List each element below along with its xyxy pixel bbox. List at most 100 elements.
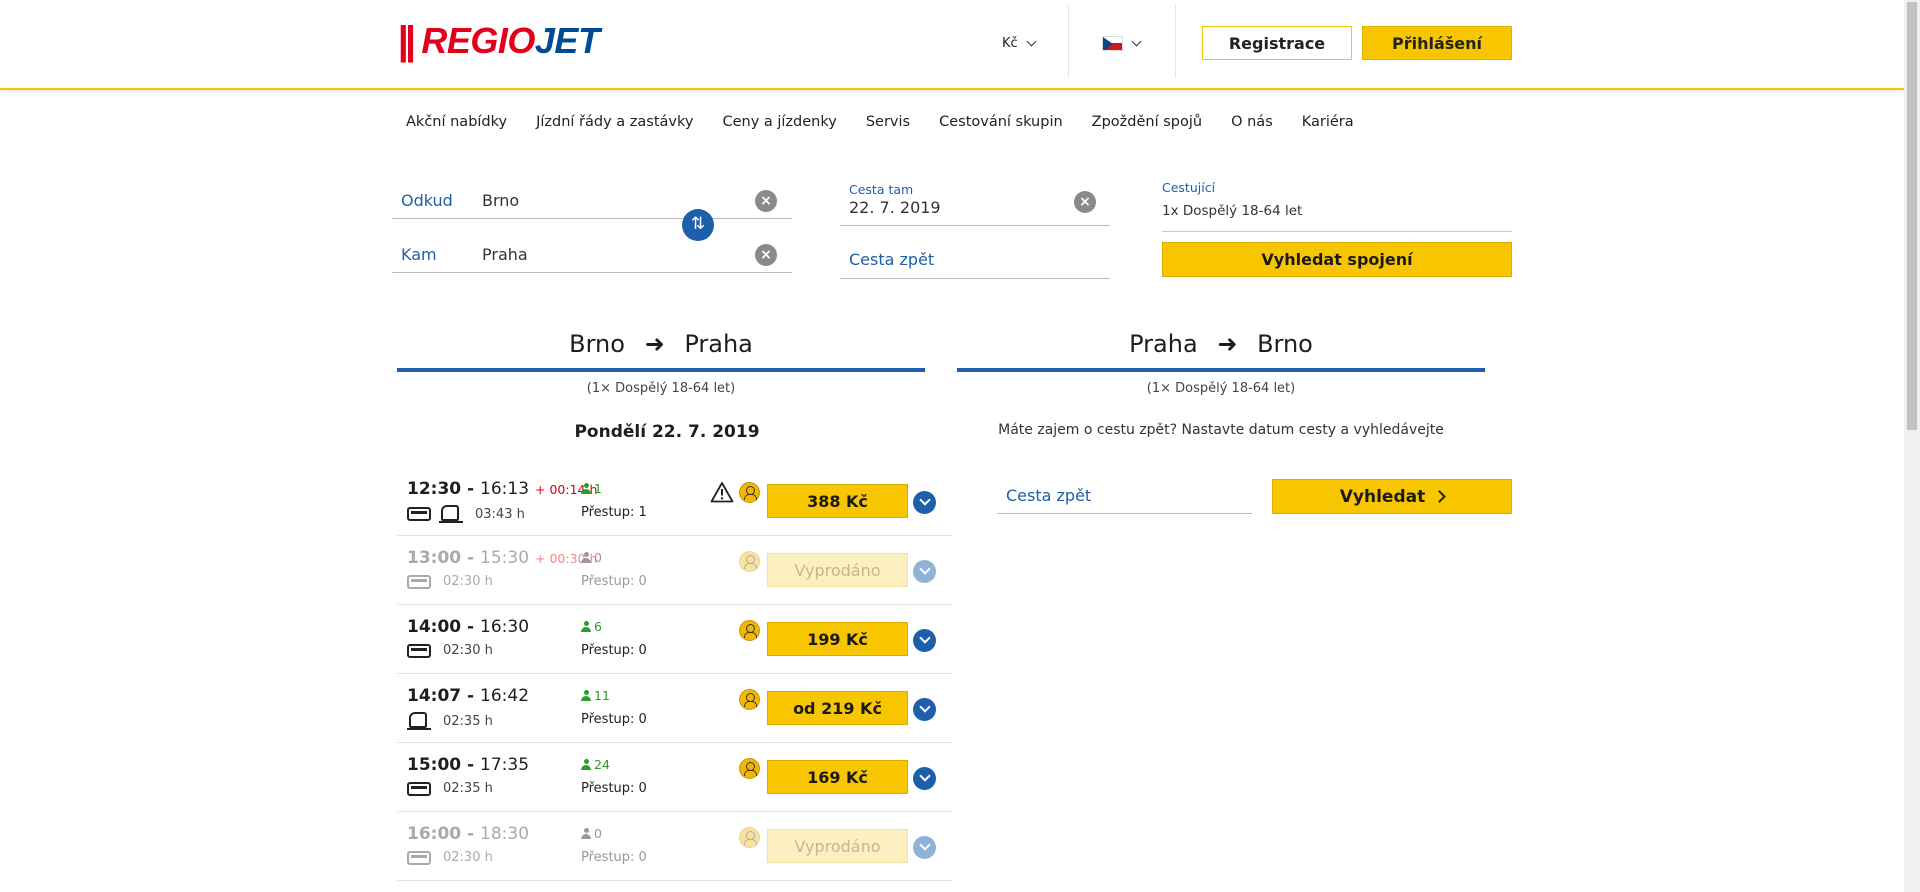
expand-details-icon[interactable] bbox=[913, 767, 936, 790]
clear-from-icon[interactable]: × bbox=[755, 189, 777, 212]
depart-value[interactable]: 22. 7. 2019 bbox=[840, 198, 1110, 217]
nav-item[interactable]: Kariéra bbox=[1302, 114, 1354, 130]
login-button[interactable]: Přihlášení bbox=[1362, 26, 1512, 60]
price-button[interactable]: 199 Kč bbox=[767, 622, 908, 656]
departure-time: 15:00 bbox=[407, 755, 462, 775]
arrow-right-icon: ➜ bbox=[644, 330, 665, 358]
chevron-down-icon bbox=[1131, 36, 1142, 46]
nav-item[interactable]: Cestování skupin bbox=[939, 114, 1063, 130]
duration: 02:30 h bbox=[443, 850, 493, 865]
transfers: Přestup: 0 bbox=[581, 643, 647, 658]
swap-direction-button[interactable]: ⇅ bbox=[682, 209, 714, 241]
connection-row[interactable]: 15:00 - 17:35 02:35 h 24 Přestup: 0 169 Kč bbox=[397, 743, 952, 812]
price-button[interactable]: Vyprodáno bbox=[767, 553, 908, 587]
transfers: Přestup: 0 bbox=[581, 574, 647, 589]
connection-row[interactable]: 13:00 - 15:30 + 00:30 h 02:30 h 0 Přestup: 0… bbox=[397, 536, 952, 605]
scrollbar-thumb[interactable] bbox=[1907, 2, 1917, 430]
train-icon bbox=[439, 505, 463, 523]
arrival-time: 16:13 bbox=[480, 479, 530, 499]
currency-select[interactable]: Kč bbox=[1002, 26, 1037, 60]
search-connections-button[interactable]: Vyhledat spojení bbox=[1162, 242, 1512, 277]
to-field[interactable]: Kam Praha × bbox=[392, 237, 792, 273]
from-field[interactable]: Odkud Brno × bbox=[392, 183, 792, 219]
page: || REGIO JET Kč Registrace Přihlášení Ak… bbox=[0, 0, 1920, 892]
transport-info: 02:35 h bbox=[407, 781, 493, 796]
expand-details-icon[interactable] bbox=[913, 836, 936, 859]
price-button[interactable]: Vyprodáno bbox=[767, 829, 908, 863]
cz-flag-icon bbox=[1102, 35, 1123, 51]
free-seats: 0 bbox=[581, 550, 602, 565]
warning-icon[interactable] bbox=[710, 481, 734, 503]
outbound-from: Brno bbox=[569, 330, 625, 358]
nav-item[interactable]: Ceny a jízdenky bbox=[722, 114, 836, 130]
passengers-label: Cestující bbox=[1162, 180, 1216, 195]
depart-date-field[interactable]: Cesta tam 22. 7. 2019 × bbox=[840, 180, 1110, 226]
expand-details-icon[interactable] bbox=[913, 560, 936, 583]
return-date-field[interactable]: Cesta zpět bbox=[840, 240, 1110, 279]
chevron-down-icon bbox=[1026, 36, 1037, 46]
return-search-button[interactable]: Vyhledat bbox=[1272, 479, 1512, 514]
steward-icon bbox=[739, 482, 760, 503]
to-value[interactable]: Praha bbox=[482, 245, 528, 264]
steward-icon bbox=[739, 689, 760, 710]
departure-time: 12:30 bbox=[407, 479, 462, 499]
seat-count: 0 bbox=[594, 826, 602, 841]
departure-time: 14:07 bbox=[407, 686, 462, 706]
page-scrollbar[interactable] bbox=[1904, 0, 1920, 892]
bus-icon bbox=[407, 850, 431, 865]
time-separator: - bbox=[461, 755, 481, 775]
transport-info: 02:30 h bbox=[407, 850, 493, 865]
steward-icon bbox=[739, 758, 760, 779]
nav-item[interactable]: Servis bbox=[866, 114, 910, 130]
clear-to-icon[interactable]: × bbox=[755, 243, 777, 266]
train-icon bbox=[407, 712, 431, 730]
nav-item[interactable]: Zpoždění spojů bbox=[1092, 114, 1202, 130]
to-label: Kam bbox=[401, 245, 437, 264]
return-placeholder: Cesta zpět bbox=[849, 249, 935, 269]
time-separator: - bbox=[461, 686, 481, 706]
transfers: Přestup: 1 bbox=[581, 505, 647, 520]
logo-regio-text: REGIO bbox=[421, 20, 535, 61]
connection-row[interactable]: 14:07 - 16:42 02:35 h 11 Přestup: 0 od 219 K… bbox=[397, 674, 952, 743]
price-button[interactable]: od 219 Kč bbox=[767, 691, 908, 725]
connection-row[interactable]: 12:30 - 16:13 + 00:14 h 03:43 h 1 Přestup: 1… bbox=[397, 467, 952, 536]
return-date-input[interactable]: Cesta zpět bbox=[997, 478, 1252, 514]
arrow-right-icon: ➜ bbox=[1217, 330, 1238, 358]
price-button[interactable]: 388 Kč bbox=[767, 484, 908, 518]
inbound-route-title: Praha ➜ Brno bbox=[957, 330, 1485, 358]
passengers-field[interactable]: Cestující 1x Dospělý 18-64 let bbox=[1162, 180, 1512, 232]
seat-count: 11 bbox=[594, 688, 610, 703]
price-button[interactable]: 169 Kč bbox=[767, 760, 908, 794]
connection-row[interactable]: 14:00 - 16:30 02:30 h 6 Přestup: 0 199 Kč bbox=[397, 605, 952, 674]
bus-icon bbox=[407, 643, 431, 658]
transport-info: 02:30 h bbox=[407, 643, 493, 658]
time-separator: - bbox=[461, 617, 481, 637]
time-separator: - bbox=[461, 824, 481, 844]
expand-details-icon[interactable] bbox=[913, 698, 936, 721]
transport-info: 03:43 h bbox=[407, 505, 525, 523]
register-button[interactable]: Registrace bbox=[1202, 26, 1352, 60]
person-icon bbox=[581, 828, 591, 839]
connections-list: 12:30 - 16:13 + 00:14 h 03:43 h 1 Přestup: 1… bbox=[397, 467, 952, 881]
regiojet-logo[interactable]: || REGIO JET bbox=[397, 19, 600, 63]
passengers-value: 1x Dospělý 18-64 let bbox=[1162, 203, 1303, 219]
clear-date-icon[interactable]: × bbox=[1074, 191, 1096, 213]
nav-item[interactable]: Jízdní řády a zastávky bbox=[536, 114, 693, 130]
from-value[interactable]: Brno bbox=[482, 191, 519, 210]
inbound-from: Praha bbox=[1129, 330, 1198, 358]
nav-item[interactable]: O nás bbox=[1231, 114, 1273, 130]
top-header: || REGIO JET Kč Registrace Přihlášení bbox=[0, 0, 1904, 90]
arrival-time: 16:30 bbox=[480, 617, 530, 637]
person-icon bbox=[581, 483, 591, 494]
language-select[interactable] bbox=[1102, 26, 1142, 60]
nav-item[interactable]: Akční nabídky bbox=[406, 114, 507, 130]
departure-time: 16:00 bbox=[407, 824, 462, 844]
duration: 02:35 h bbox=[443, 713, 493, 729]
connection-row[interactable]: 16:00 - 18:30 02:30 h 0 Přestup: 0 Vyprodáno bbox=[397, 812, 952, 881]
expand-details-icon[interactable] bbox=[913, 491, 936, 514]
expand-details-icon[interactable] bbox=[913, 629, 936, 652]
steward-icon bbox=[739, 620, 760, 641]
logo-jet-text: JET bbox=[534, 20, 600, 61]
duration: 03:43 h bbox=[475, 506, 525, 522]
departure-time: 14:00 bbox=[407, 617, 462, 637]
